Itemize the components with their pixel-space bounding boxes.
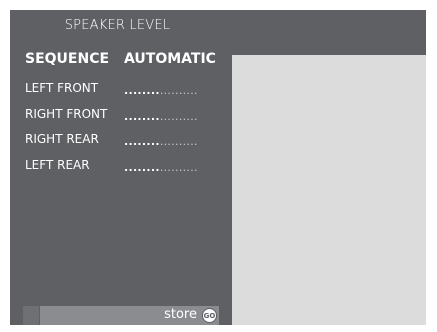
level-indicator: .................. <box>124 135 198 148</box>
level-indicator: .................. <box>124 84 198 97</box>
sequence-label: SEQUENCE <box>25 51 110 67</box>
speaker-label: LEFT FRONT <box>25 81 99 95</box>
go-button-icon[interactable]: GO <box>202 308 217 323</box>
speaker-label: RIGHT FRONT <box>25 107 108 121</box>
speaker-label: LEFT REAR <box>25 158 90 172</box>
preview-area <box>232 55 426 325</box>
speaker-label: RIGHT REAR <box>25 132 99 146</box>
sequence-value: AUTOMATIC <box>124 51 216 67</box>
level-indicator: .................. <box>124 161 198 174</box>
store-label: store <box>164 307 197 322</box>
store-bar[interactable]: store GO <box>23 306 219 325</box>
speaker-level-screen: SPEAKER LEVEL SEQUENCE AUTOMATIC LEFT FR… <box>10 10 426 325</box>
level-indicator: .................. <box>124 110 198 123</box>
menu-title: SPEAKER LEVEL <box>64 18 171 33</box>
bar-segment <box>23 306 40 325</box>
